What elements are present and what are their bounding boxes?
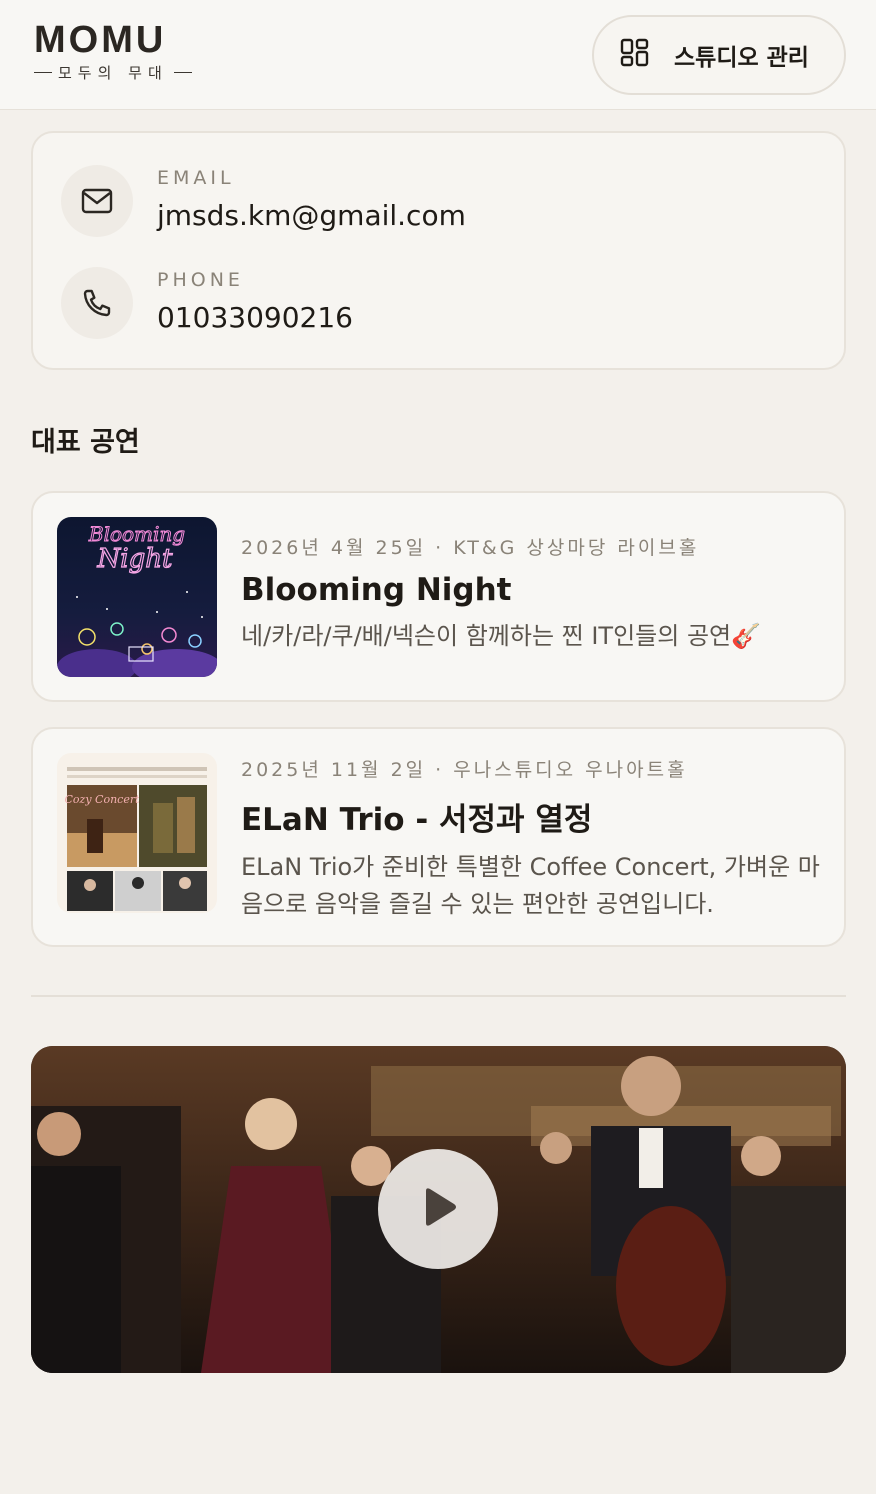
section-title: 대표 공연 [31, 427, 140, 458]
performance-meta: 2025년 11월 2일 · 우나스튜디오 우나아트홀 [241, 759, 688, 781]
performance-card[interactable]: Cozy Concert 2025년 11월 2일 · 우나스튜디오 우나아트홀… [31, 727, 846, 947]
performance-poster: Blooming Night [57, 517, 217, 677]
video-player[interactable] [31, 1046, 846, 1373]
phone-icon [61, 267, 133, 339]
logo-tagline-text: 모두의 무대 [58, 64, 168, 82]
phone-label: PHONE [157, 269, 244, 291]
contact-card: EMAIL jmsds.km@gmail.com PHONE 010330902… [31, 131, 846, 370]
svg-text:Cozy Concert: Cozy Concert [64, 793, 140, 806]
performance-poster: Cozy Concert [57, 753, 217, 913]
email-label: EMAIL [157, 167, 235, 189]
grid-icon [620, 38, 650, 72]
performance-description: 네/카/라/쿠/배/넥슨이 함께하는 찐 IT인들의 공연🎸 [241, 622, 762, 650]
mail-icon [61, 165, 133, 237]
svg-text:Night: Night [97, 544, 173, 574]
performance-title: ELaN Trio - 서정과 열정 [241, 802, 593, 838]
email-row[interactable]: EMAIL jmsds.km@gmail.com [61, 165, 466, 237]
logo-tagline: 모두의 무대 [34, 62, 224, 83]
logo[interactable]: MOMU 모두의 무대 [34, 20, 224, 83]
section-divider [31, 995, 846, 997]
email-value[interactable]: jmsds.km@gmail.com [157, 199, 466, 232]
logo-wordmark: MOMU [34, 19, 167, 61]
play-button[interactable] [378, 1149, 498, 1269]
performance-title: Blooming Night [241, 572, 512, 608]
phone-row[interactable]: PHONE 01033090216 [61, 267, 353, 339]
svg-text:Blooming: Blooming [88, 522, 185, 546]
performance-meta: 2026년 4월 25일 · KT&G 상상마당 라이브홀 [241, 537, 700, 559]
performance-description: ELaN Trio가 준비한 특별한 Coffee Concert, 가벼운 마… [241, 853, 820, 918]
studio-manage-button[interactable]: 스튜디오 관리 [592, 15, 846, 95]
studio-manage-label: 스튜디오 관리 [674, 45, 809, 71]
app-header: MOMU 모두의 무대 스튜디오 관리 [0, 0, 876, 110]
phone-value[interactable]: 01033090216 [157, 301, 353, 334]
performance-card[interactable]: Blooming Night 2026년 4월 25일 · KT&G 상상마당 … [31, 491, 846, 702]
play-icon [416, 1185, 460, 1233]
